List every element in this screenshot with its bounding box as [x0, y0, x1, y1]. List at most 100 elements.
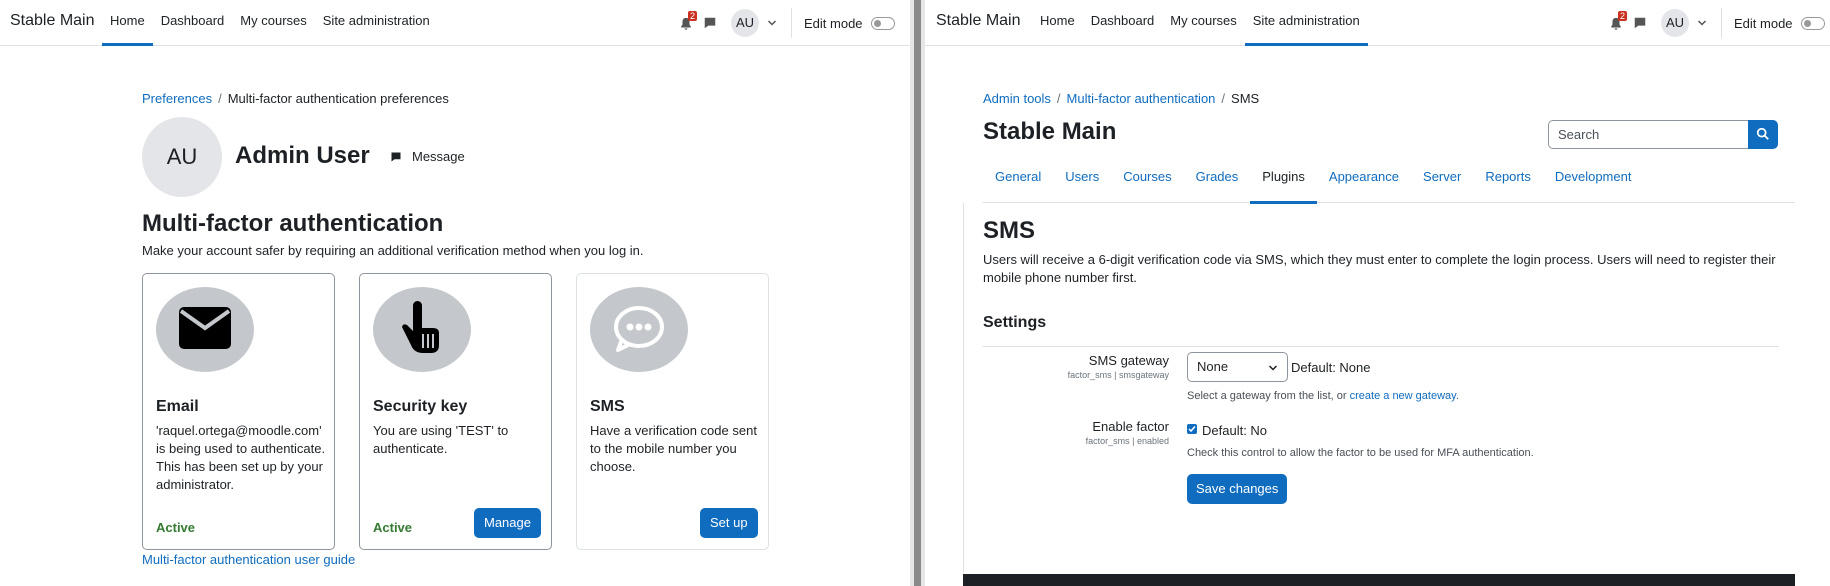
- enable-factor-default: Default: No: [1202, 423, 1268, 438]
- left-window: Stable Main Home Dashboard My courses Si…: [0, 0, 910, 586]
- factor-card-email: Email 'raquel.ortega@moodle.com' is bein…: [142, 273, 335, 550]
- setting-label-group: Enable factor factor_sms | enabled: [983, 419, 1169, 453]
- chevron-down-icon[interactable]: [767, 18, 777, 28]
- breadcrumb-separator: /: [1056, 91, 1061, 106]
- messages-drawer-icon[interactable]: [703, 16, 717, 30]
- tab-courses[interactable]: Courses: [1111, 160, 1183, 203]
- factor-title: SMS: [590, 398, 625, 415]
- save-changes-button[interactable]: Save changes: [1187, 474, 1288, 504]
- search-icon: [1756, 127, 1769, 140]
- factor-icon-circle: [373, 287, 471, 372]
- breadcrumb-preferences[interactable]: Preferences: [142, 91, 212, 106]
- edit-mode-label: Edit mode: [1734, 15, 1793, 31]
- notification-count-badge: 2: [688, 11, 698, 21]
- enable-factor-checkbox[interactable]: [1187, 424, 1197, 434]
- top-navbar: Stable Main Home Dashboard My courses Si…: [925, 0, 1830, 46]
- tab-reports[interactable]: Reports: [1473, 160, 1543, 203]
- factor-description: You are using 'TEST' to authenticate.: [373, 423, 509, 456]
- enable-factor-label: Enable factor: [1092, 419, 1169, 434]
- sms-gateway-help: Select a gateway from the list, or creat…: [1187, 390, 1459, 402]
- tab-general[interactable]: General: [983, 160, 1053, 203]
- tab-users[interactable]: Users: [1053, 160, 1111, 203]
- sms-gateway-value: None: [1197, 359, 1229, 374]
- settings-heading: Settings: [983, 314, 1047, 331]
- chevron-down-icon: [1268, 365, 1278, 371]
- tab-grades[interactable]: Grades: [1184, 160, 1251, 203]
- message-button[interactable]: Message: [390, 149, 465, 164]
- user-guide-link[interactable]: Multi-factor authentication user guide: [142, 552, 355, 567]
- window-split-divider[interactable]: [910, 0, 925, 586]
- chevron-down-icon[interactable]: [1697, 18, 1707, 28]
- pointer-hand-icon: [402, 301, 439, 353]
- factor-card-security-key: Security key You are using 'TEST' to aut…: [359, 273, 552, 550]
- factor-card-sms: SMS Have a verification code sent to the…: [576, 273, 769, 550]
- user-menu-avatar[interactable]: AU: [731, 9, 759, 37]
- factor-status: Active: [373, 520, 413, 535]
- primary-navigation: Home Dashboard My courses Site administr…: [1032, 0, 1368, 46]
- notifications-button[interactable]: 2: [1607, 11, 1629, 34]
- breadcrumb-current: SMS: [1231, 91, 1260, 106]
- nav-site-administration[interactable]: Site administration: [315, 0, 438, 46]
- breadcrumb-separator: /: [218, 91, 222, 106]
- nav-home[interactable]: Home: [1032, 0, 1083, 46]
- navbar-divider: [1721, 8, 1722, 38]
- site-brand[interactable]: Stable Main: [10, 12, 95, 30]
- help-text: Select a gateway from the list, or: [1187, 390, 1347, 402]
- settings-divider: [983, 346, 1779, 347]
- breadcrumb-separator: /: [1221, 91, 1226, 106]
- chat-bubble-icon: [614, 306, 664, 352]
- site-brand[interactable]: Stable Main: [936, 12, 1021, 30]
- notification-count-badge: 2: [1618, 11, 1628, 21]
- factor-description: 'raquel.ortega@moodle.com' is being used…: [156, 423, 326, 492]
- nav-site-administration[interactable]: Site administration: [1244, 0, 1368, 46]
- user-controls: 2 AU Edit mode: [677, 0, 895, 46]
- site-heading: Stable Main: [983, 118, 1117, 145]
- enable-factor-key: factor_sms | enabled: [1085, 436, 1169, 446]
- nav-my-courses[interactable]: My courses: [232, 0, 314, 46]
- message-label: Message: [412, 149, 465, 164]
- factor-description: Have a verification code sent to the mob…: [590, 423, 757, 474]
- set-up-button[interactable]: Set up: [700, 508, 758, 538]
- breadcrumb: Preferences / Multi-factor authentication …: [142, 91, 449, 106]
- search-button[interactable]: [1748, 120, 1778, 149]
- right-window: Stable Main Home Dashboard My courses Si…: [925, 0, 1830, 586]
- page-title: Multi-factor authentication: [142, 210, 444, 237]
- breadcrumb-mfa[interactable]: Multi-factor authentication: [1067, 91, 1216, 106]
- create-gateway-link[interactable]: create a new gateway: [1350, 390, 1456, 402]
- enable-factor-help: Check this control to allow the factor t…: [1187, 447, 1534, 459]
- factor-title: Email: [156, 398, 199, 415]
- nav-home[interactable]: Home: [102, 0, 153, 46]
- edit-mode-toggle[interactable]: [870, 16, 895, 30]
- breadcrumb-admin-tools[interactable]: Admin tools: [983, 91, 1051, 106]
- message-icon: [391, 152, 401, 161]
- nav-my-courses[interactable]: My courses: [1162, 0, 1244, 46]
- envelope-icon: [179, 307, 231, 349]
- sms-gateway-select[interactable]: None: [1187, 352, 1288, 382]
- search-input[interactable]: [1548, 120, 1748, 149]
- notifications-button[interactable]: 2: [677, 11, 699, 34]
- tab-development[interactable]: Development: [1543, 160, 1644, 203]
- manage-button[interactable]: Manage: [474, 508, 541, 538]
- page-title: SMS: [983, 217, 1036, 244]
- checkmark-icon: [1188, 426, 1196, 433]
- breadcrumb: Admin tools / Multi-factor authentication /…: [983, 91, 1259, 106]
- tab-plugins[interactable]: Plugins: [1250, 160, 1317, 204]
- nav-dashboard[interactable]: Dashboard: [1083, 0, 1163, 46]
- divider-grip[interactable]: [914, 0, 921, 586]
- factor-title: Security key: [373, 398, 468, 415]
- messages-drawer-icon[interactable]: [1633, 16, 1647, 30]
- nav-dashboard[interactable]: Dashboard: [153, 0, 233, 46]
- factor-status: Active: [156, 520, 196, 535]
- sms-gateway-key: factor_sms | smsgateway: [1067, 370, 1169, 380]
- user-menu-avatar[interactable]: AU: [1661, 9, 1689, 37]
- page-footer: [963, 574, 1795, 586]
- tab-server[interactable]: Server: [1411, 160, 1473, 203]
- tab-appearance[interactable]: Appearance: [1317, 160, 1411, 203]
- user-controls: 2 AU Edit mode: [1607, 0, 1825, 46]
- edit-mode-toggle[interactable]: [1800, 16, 1825, 30]
- sms-gateway-default: Default: None: [1291, 360, 1371, 375]
- edit-mode-label: Edit mode: [804, 15, 863, 31]
- user-full-name: Admin User: [235, 142, 370, 169]
- breadcrumb-current: Multi-factor authentication preferences: [227, 91, 449, 106]
- navbar-divider: [791, 8, 792, 38]
